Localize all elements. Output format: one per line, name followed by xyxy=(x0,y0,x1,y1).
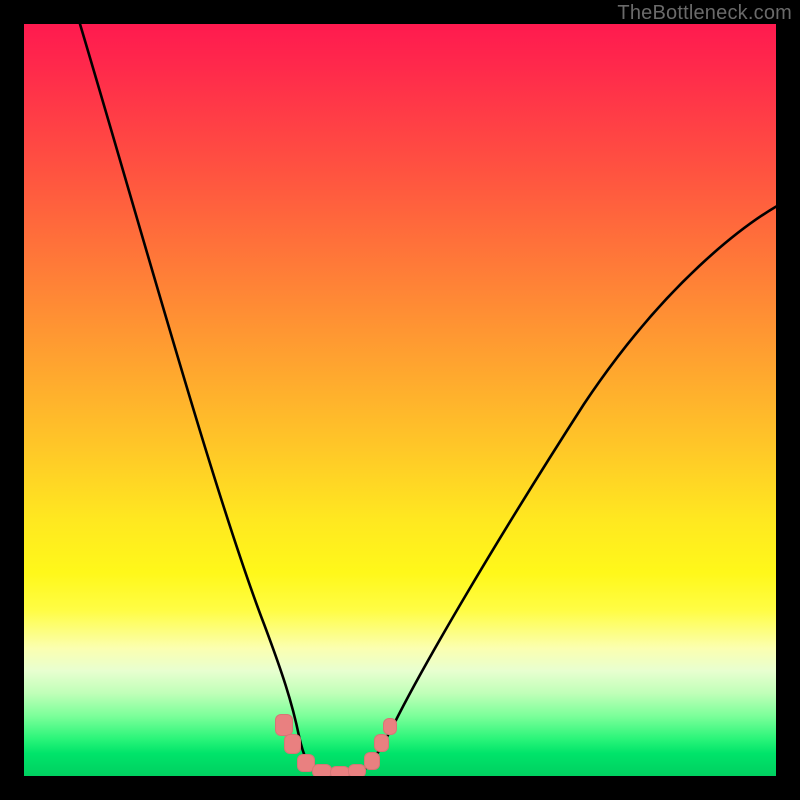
bottleneck-curve xyxy=(24,24,776,776)
watermark-text: TheBottleneck.com xyxy=(617,2,792,25)
plot-area xyxy=(24,24,776,776)
marker-point xyxy=(383,718,397,735)
marker-point xyxy=(364,752,380,770)
outer-frame: TheBottleneck.com xyxy=(0,0,800,800)
marker-point xyxy=(312,764,332,776)
marker-point xyxy=(374,734,389,752)
marker-point xyxy=(275,714,293,736)
marker-point xyxy=(284,734,301,754)
marker-point xyxy=(330,766,350,776)
